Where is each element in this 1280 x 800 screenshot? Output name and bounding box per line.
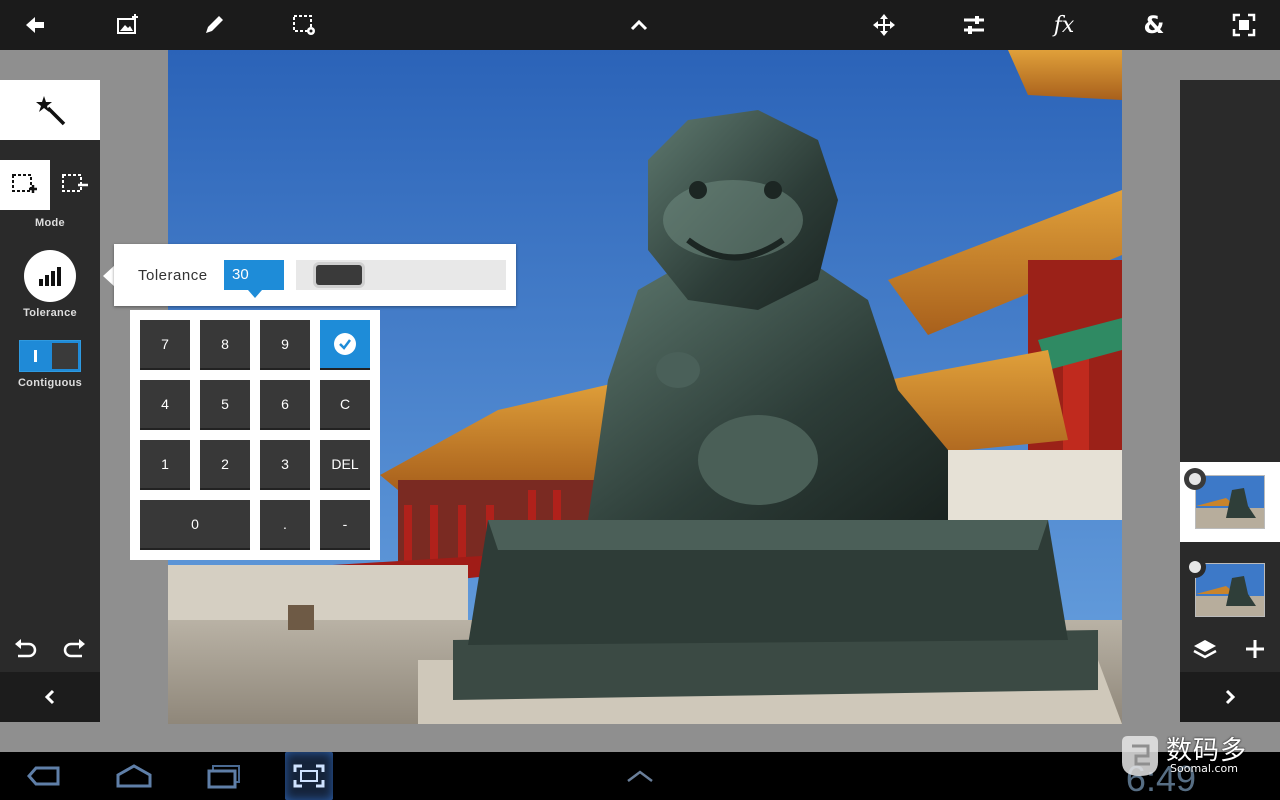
collapse-left-panel-button[interactable] (0, 672, 100, 722)
watermark-logo: 数码多 Soomal.com (1116, 730, 1276, 782)
key-7[interactable]: 7 (140, 320, 190, 370)
mode-add-selection-button[interactable] (0, 160, 50, 210)
undo-redo-row (0, 628, 100, 670)
chevron-left-icon (44, 689, 55, 705)
collapse-right-panel-button[interactable] (1180, 672, 1280, 722)
key-1[interactable]: 1 (140, 440, 190, 490)
fx-icon[interactable]: fx (1039, 0, 1089, 50)
contiguous-toggle[interactable] (19, 340, 81, 372)
tolerance-button[interactable] (24, 250, 76, 302)
layers-icon[interactable] (1180, 628, 1230, 670)
signal-bars-icon (39, 267, 61, 286)
move-icon[interactable] (859, 0, 909, 50)
mode-label: Mode (35, 217, 65, 229)
tolerance-popup: Tolerance 30 (114, 244, 516, 306)
adjustments-icon[interactable] (949, 0, 999, 50)
add-selection-icon (12, 174, 37, 193)
redo-icon[interactable] (50, 628, 100, 670)
checkmark-icon (334, 333, 356, 355)
watermark-mark-icon (1122, 736, 1158, 776)
layer-thumbnail (1196, 476, 1264, 528)
system-home-icon[interactable] (110, 752, 158, 800)
key-6[interactable]: 6 (260, 380, 310, 430)
subtract-selection-icon (62, 174, 88, 192)
undo-icon[interactable] (0, 628, 50, 670)
watermark-site: Soomal.com (1170, 762, 1238, 775)
tolerance-popup-label: Tolerance (138, 267, 208, 284)
key-delete[interactable]: DEL (320, 440, 370, 490)
key-4[interactable]: 4 (140, 380, 190, 430)
system-screenshot-icon[interactable] (285, 752, 333, 800)
pencil-icon[interactable] (189, 0, 239, 50)
key-9[interactable]: 9 (260, 320, 310, 370)
confirm-button[interactable] (320, 320, 370, 370)
key-3[interactable]: 3 (260, 440, 310, 490)
tolerance-value-field[interactable]: 30 (224, 260, 284, 298)
system-recent-apps-icon[interactable] (200, 752, 248, 800)
mode-subtract-selection-button[interactable] (50, 160, 100, 210)
contiguous-label: Contiguous (17, 377, 83, 389)
add-image-icon[interactable] (103, 0, 153, 50)
chevron-up-icon[interactable] (614, 0, 664, 50)
layer-visibility-icon[interactable] (1184, 468, 1206, 490)
slider-thumb[interactable] (316, 265, 362, 285)
toggle-off-knob (50, 341, 80, 371)
system-menu-up-icon[interactable] (620, 752, 660, 800)
key-2[interactable]: 2 (200, 440, 250, 490)
magic-wand-tool-button[interactable] (0, 80, 100, 140)
chevron-right-icon (1225, 689, 1236, 705)
fit-screen-icon[interactable] (1219, 0, 1269, 50)
key-0[interactable]: 0 (140, 500, 250, 550)
key-decimal[interactable]: . (260, 500, 310, 550)
system-back-icon[interactable] (22, 752, 66, 800)
right-layers-panel (1180, 80, 1280, 722)
tolerance-slider[interactable] (296, 260, 506, 290)
layer-item-2[interactable] (1180, 550, 1280, 630)
toggle-on-knob (20, 341, 50, 371)
ampersand-icon[interactable]: & (1129, 0, 1179, 50)
system-navigation-bar: 6:49 (0, 752, 1280, 800)
back-arrow-icon[interactable] (10, 0, 60, 50)
key-8[interactable]: 8 (200, 320, 250, 370)
key-5[interactable]: 5 (200, 380, 250, 430)
top-toolbar: fx & (0, 0, 1280, 50)
layer-thumbnail (1196, 564, 1264, 616)
selection-settings-icon[interactable] (279, 0, 329, 50)
magic-wand-icon (36, 96, 66, 126)
add-layer-icon[interactable] (1230, 628, 1280, 670)
left-tool-panel: Mode Tolerance Contiguous (0, 80, 100, 722)
layer-item-1[interactable] (1180, 462, 1280, 542)
tolerance-label: Tolerance (23, 307, 77, 319)
key-clear[interactable]: C (320, 380, 370, 430)
key-minus[interactable]: - (320, 500, 370, 550)
numeric-keypad: 7 8 9 4 5 6 C 1 2 3 DEL 0 . - (130, 310, 380, 560)
layer-visibility-icon[interactable] (1184, 556, 1206, 578)
